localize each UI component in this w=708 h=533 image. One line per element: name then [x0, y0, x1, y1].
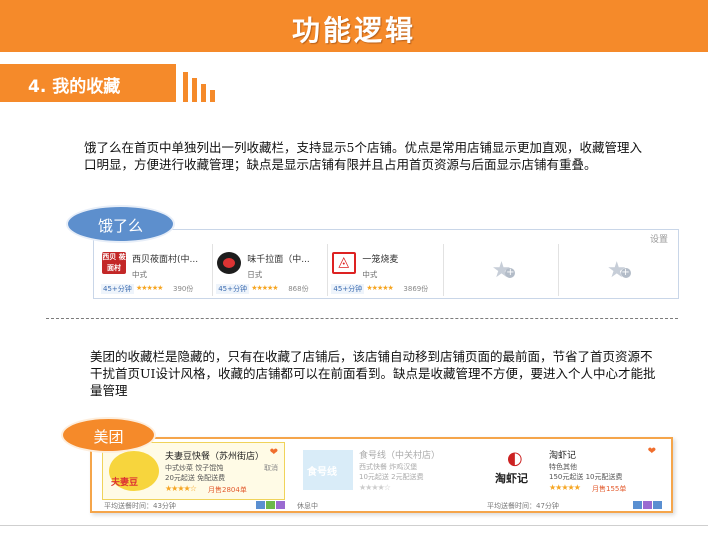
sales-count: 390份 [173, 285, 194, 293]
store-delivery-info: 10元起送 2元配送费 [359, 473, 424, 481]
card-footer: 休息中 [297, 501, 472, 512]
section-label: 4. 我的收藏 [28, 77, 121, 97]
tag-icon [643, 501, 652, 509]
tag-icon [633, 501, 642, 509]
section-header: 4. 我的收藏 [0, 64, 176, 102]
dashed-divider [46, 318, 678, 319]
service-tags [632, 501, 662, 511]
monthly-sales: 月售155单 [592, 485, 627, 493]
store-logo [303, 450, 353, 490]
plus-icon: + [620, 267, 631, 278]
store-name: 食号线（中关村店） [359, 451, 441, 461]
store-logo [332, 252, 357, 274]
store-category: 中式炒菜 饺子馄饨 [165, 464, 224, 472]
tag-icon [276, 501, 285, 509]
favorite-store[interactable]: 味千拉面（中... 日式 45+分钟 ★★★★★ 868份 [213, 244, 329, 296]
store-logo [217, 252, 242, 274]
empty-favorite-slot[interactable]: ★ + [444, 244, 559, 296]
delivery-time: 45+分钟 [101, 284, 134, 294]
eleme-favorites-panel: 设置 西贝 莜面村 西贝莜面村(中... 中式 45+分钟 ★★★★★ 390份… [93, 229, 679, 299]
heart-icon[interactable]: ❤ [270, 447, 278, 458]
plus-icon: + [505, 267, 516, 278]
store-name: 夫妻豆快餐（苏州街店） [165, 452, 265, 462]
sales-count: 868份 [288, 285, 309, 293]
store-category: 中式 [362, 270, 378, 279]
store-delivery-info: 150元起送 10元配送费 [549, 473, 623, 481]
service-tags [255, 501, 285, 511]
star-rating: ★★★★★ [549, 483, 581, 492]
empty-favorite-slot[interactable]: ★ + [559, 244, 674, 296]
store-status: 休息中 [297, 502, 318, 510]
store-name: 味千拉面（中... [247, 255, 310, 265]
tag-icon [266, 501, 275, 509]
meituan-store-card[interactable]: 淘虾记 特色其他 150元起送 10元配送费 ★★★★★ 月售155单 ❤ [487, 442, 662, 500]
store-category: 西式快餐 炸鸡汉堡 [359, 463, 418, 471]
add-star-icon: ★ + [492, 258, 516, 283]
meituan-label-bubble: 美团 [61, 417, 156, 453]
tag-icon [653, 501, 662, 509]
eleme-description: 饿了么在首页中单独列出一列收藏栏，支持显示5个店铺。优点是常用店铺显示更加直观，… [84, 140, 642, 172]
store-logo [109, 451, 159, 491]
store-delivery-info: 20元起送 免配送费 [165, 474, 226, 482]
avg-delivery-time: 平均送餐时间：47分钟 [487, 502, 559, 510]
avg-delivery-time: 平均送餐时间：43分钟 [104, 502, 176, 510]
favorite-store[interactable]: 一笼烧麦 中式 45+分钟 ★★★★★ 3869份 [328, 244, 444, 296]
star-rating: ★★★★☆ [359, 483, 391, 492]
delivery-time: 45+分钟 [331, 284, 365, 294]
meituan-favorites-panel: 夫妻豆快餐（苏州街店） 中式炒菜 饺子馄饨 20元起送 免配送费 ★★★★☆ 月… [90, 437, 673, 513]
star-rating: ★★★★☆ [165, 484, 197, 493]
meituan-store-card[interactable]: 食号线（中关村店） 西式快餐 炸鸡汉堡 10元起送 2元配送费 ★★★★☆ [297, 442, 472, 500]
store-name: 淘虾记 [549, 451, 577, 461]
store-category: 中式 [132, 270, 147, 279]
meituan-description: 美团的收藏栏是隐藏的，只有在收藏了店铺后，该店铺自动移到店铺页面的最前面，节省了… [90, 349, 656, 398]
card-footer: 平均送餐时间：43分钟 [104, 501, 285, 512]
monthly-sales: 月售2804单 [208, 486, 247, 494]
store-logo [493, 448, 543, 490]
store-category: 特色其他 [549, 463, 577, 471]
star-rating: ★★★★★ [251, 284, 278, 292]
store-name: 一笼烧麦 [362, 255, 399, 265]
store-logo: 西贝 莜面村 [102, 252, 126, 274]
heart-icon[interactable]: ❤ [648, 446, 656, 457]
cancel-favorite-button[interactable]: 取消 [264, 463, 278, 473]
add-star-icon: ★ + [607, 258, 631, 283]
page-title: 功能逻辑 [291, 14, 416, 47]
tag-icon [256, 501, 265, 509]
star-rating: ★★★★★ [136, 284, 163, 292]
store-name: 西贝莜面村(中... [132, 255, 199, 265]
bottom-rule [0, 525, 708, 526]
star-rating: ★★★★★ [366, 284, 393, 292]
eleme-label-bubble: 饿了么 [66, 205, 175, 243]
favorite-store[interactable]: 西贝 莜面村 西贝莜面村(中... 中式 45+分钟 ★★★★★ 390份 [98, 244, 214, 296]
store-category: 日式 [247, 270, 263, 279]
delivery-time: 45+分钟 [216, 284, 249, 294]
sales-count: 3869份 [403, 285, 429, 293]
title-bar: 功能逻辑 [0, 0, 708, 52]
card-footer: 平均送餐时间：47分钟 [487, 501, 662, 512]
favorite-store-list: 西贝 莜面村 西贝莜面村(中... 中式 45+分钟 ★★★★★ 390份 味千… [98, 244, 674, 296]
